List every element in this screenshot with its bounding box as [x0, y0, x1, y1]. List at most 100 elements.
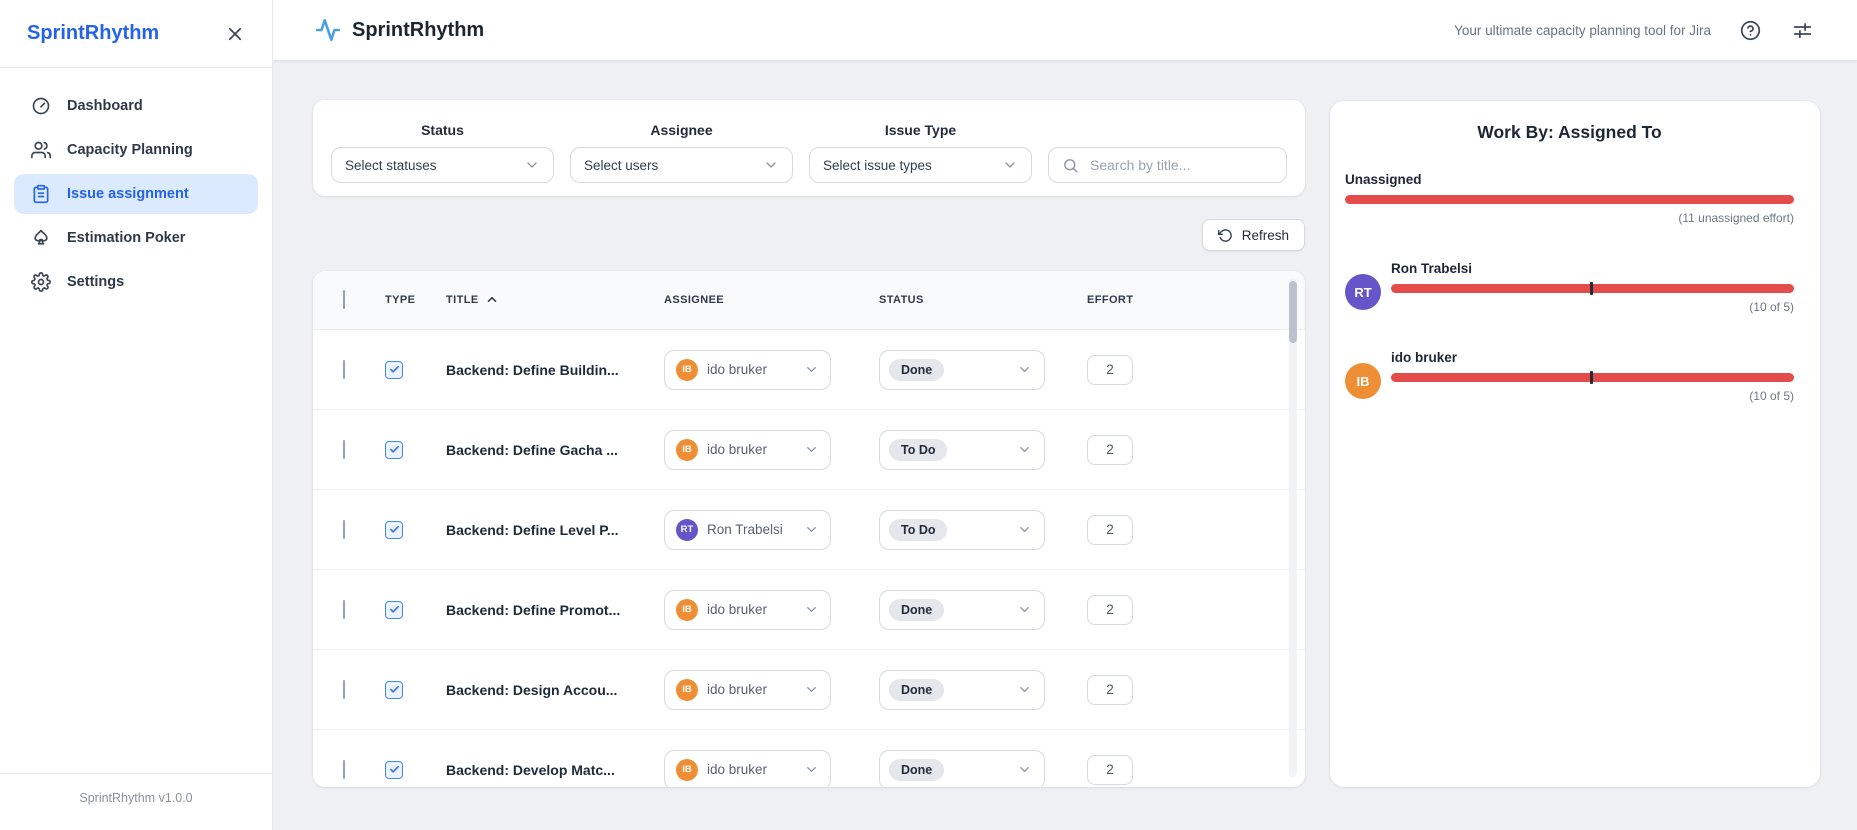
chevron-down-icon: [524, 157, 540, 173]
column-header-type[interactable]: TYPE: [377, 294, 443, 306]
preferences-button[interactable]: [1790, 18, 1815, 43]
chevron-down-icon: [1017, 362, 1032, 377]
chevron-down-icon: [804, 522, 819, 537]
issue-title: Backend: Design Accou...: [446, 681, 618, 698]
issue-title: Backend: Define Promot...: [446, 601, 621, 618]
refresh-icon: [1217, 228, 1233, 243]
person-workload: IB ido bruker (10 of 5): [1345, 350, 1794, 403]
users-icon: [31, 140, 51, 160]
capacity-marker: [1590, 371, 1594, 384]
main-content: Status Select statuses Assignee Select u…: [273, 60, 1857, 830]
row-checkbox[interactable]: [343, 599, 345, 619]
scrollbar-thumb[interactable]: [1289, 281, 1297, 343]
sidebar-nav: Dashboard Capacity Planning Issue assign…: [0, 68, 272, 302]
column-header-assignee[interactable]: ASSIGNEE: [658, 294, 870, 306]
select-all-checkbox[interactable]: [343, 290, 345, 309]
capacity-marker: [1590, 282, 1594, 295]
person-workload: RT Ron Trabelsi (10 of 5): [1345, 261, 1794, 314]
sidebar: SprintRhythm Dashboard Capacity Planning…: [0, 0, 273, 830]
work-by-title: Work By: Assigned To: [1477, 122, 1662, 142]
status-badge: Done: [889, 358, 945, 381]
table-row: Backend: Develop Matc... IB ido bruker D…: [313, 730, 1305, 787]
filters-card: Status Select statuses Assignee Select u…: [313, 100, 1305, 196]
sidebar-close-button[interactable]: [222, 21, 248, 47]
refresh-button[interactable]: Refresh: [1201, 219, 1305, 251]
row-checkbox[interactable]: [343, 439, 345, 459]
chevron-down-icon: [763, 157, 779, 173]
assignee-select[interactable]: Select users: [570, 147, 793, 183]
person-effort-bar: [1391, 282, 1794, 295]
unassigned-effort-bar: [1345, 195, 1794, 204]
search-icon: [1062, 157, 1079, 174]
sidebar-header: SprintRhythm: [0, 0, 272, 68]
sidebar-item-issue-assignment[interactable]: Issue assignment: [14, 174, 258, 214]
task-type-icon: [385, 440, 403, 459]
sidebar-item-label: Settings: [67, 274, 125, 290]
chevron-down-icon: [804, 442, 819, 457]
issue-title: Backend: Define Gacha ...: [446, 441, 618, 458]
sidebar-item-label: Estimation Poker: [67, 230, 186, 246]
clipboard-icon: [31, 184, 51, 204]
effort-input[interactable]: [1087, 434, 1133, 465]
row-assignee-select[interactable]: IB ido bruker: [664, 349, 831, 390]
row-checkbox[interactable]: [343, 519, 345, 539]
row-status-select[interactable]: To Do: [879, 429, 1045, 470]
unassigned-section: Unassigned (11 unassigned effort): [1345, 172, 1794, 225]
search-input[interactable]: [1088, 156, 1273, 174]
column-header-status[interactable]: STATUS: [870, 294, 1082, 306]
chevron-down-icon: [804, 602, 819, 617]
task-type-icon: [385, 760, 403, 779]
row-assignee-select[interactable]: IB ido bruker: [664, 589, 831, 630]
assignee-filter: Assignee Select users: [570, 122, 793, 183]
row-checkbox[interactable]: [343, 359, 345, 379]
chevron-down-icon: [804, 762, 819, 777]
row-checkbox[interactable]: [343, 759, 345, 779]
row-status-select[interactable]: Done: [879, 589, 1045, 630]
table-row: Backend: Define Gacha ... IB ido bruker …: [313, 410, 1305, 490]
table-row: Backend: Define Level P... RT Ron Trabel…: [313, 490, 1305, 570]
row-status-select[interactable]: Done: [879, 349, 1045, 390]
effort-input[interactable]: [1087, 754, 1133, 785]
row-assignee-select[interactable]: RT Ron Trabelsi: [664, 509, 831, 550]
sidebar-item-capacity-planning[interactable]: Capacity Planning: [14, 130, 258, 170]
sidebar-item-settings[interactable]: Settings: [14, 262, 258, 302]
row-assignee-select[interactable]: IB ido bruker: [664, 429, 831, 470]
avatar: IB: [676, 678, 698, 701]
refresh-row: Refresh: [313, 219, 1305, 251]
row-status-select[interactable]: Done: [879, 749, 1045, 787]
table-scrollbar: [1289, 279, 1297, 777]
issue-title: Backend: Develop Matc...: [446, 761, 615, 778]
row-checkbox[interactable]: [343, 679, 345, 699]
help-icon: [1740, 20, 1761, 41]
effort-input[interactable]: [1087, 674, 1133, 705]
row-assignee-select[interactable]: IB ido bruker: [664, 669, 831, 710]
person-name: ido bruker: [1391, 350, 1458, 365]
person-name: Ron Trabelsi: [1391, 261, 1473, 276]
status-select[interactable]: Select statuses: [331, 147, 554, 183]
topbar-right: Your ultimate capacity planning tool for…: [1454, 18, 1815, 43]
avatar: IB: [676, 358, 698, 381]
avatar: IB: [1345, 363, 1381, 399]
issue-type-select[interactable]: Select issue types: [809, 147, 1032, 183]
issues-table-card: TYPE TITLE ASSIGNEE STATUS EFFORT Backen…: [313, 271, 1305, 787]
effort-input[interactable]: [1087, 354, 1133, 385]
column-header-title[interactable]: TITLE: [443, 293, 658, 307]
row-status-select[interactable]: Done: [879, 669, 1045, 710]
help-button[interactable]: [1738, 18, 1763, 43]
effort-input[interactable]: [1087, 594, 1133, 625]
chevron-down-icon: [1017, 602, 1032, 617]
person-effort-bar: [1391, 371, 1794, 384]
sidebar-item-label: Issue assignment: [67, 186, 189, 202]
column-header-effort[interactable]: EFFORT: [1082, 294, 1305, 306]
search-filter: [1048, 122, 1287, 183]
row-assignee-select[interactable]: IB ido bruker: [664, 749, 831, 787]
sidebar-item-dashboard[interactable]: Dashboard: [14, 86, 258, 126]
avatar: IB: [676, 598, 698, 621]
avatar: RT: [676, 518, 698, 541]
avatar: IB: [676, 758, 698, 781]
chevron-down-icon: [1017, 762, 1032, 777]
sidebar-item-estimation-poker[interactable]: Estimation Poker: [14, 218, 258, 258]
effort-input[interactable]: [1087, 514, 1133, 545]
row-status-select[interactable]: To Do: [879, 509, 1045, 550]
pulse-logo-icon: [315, 17, 341, 43]
